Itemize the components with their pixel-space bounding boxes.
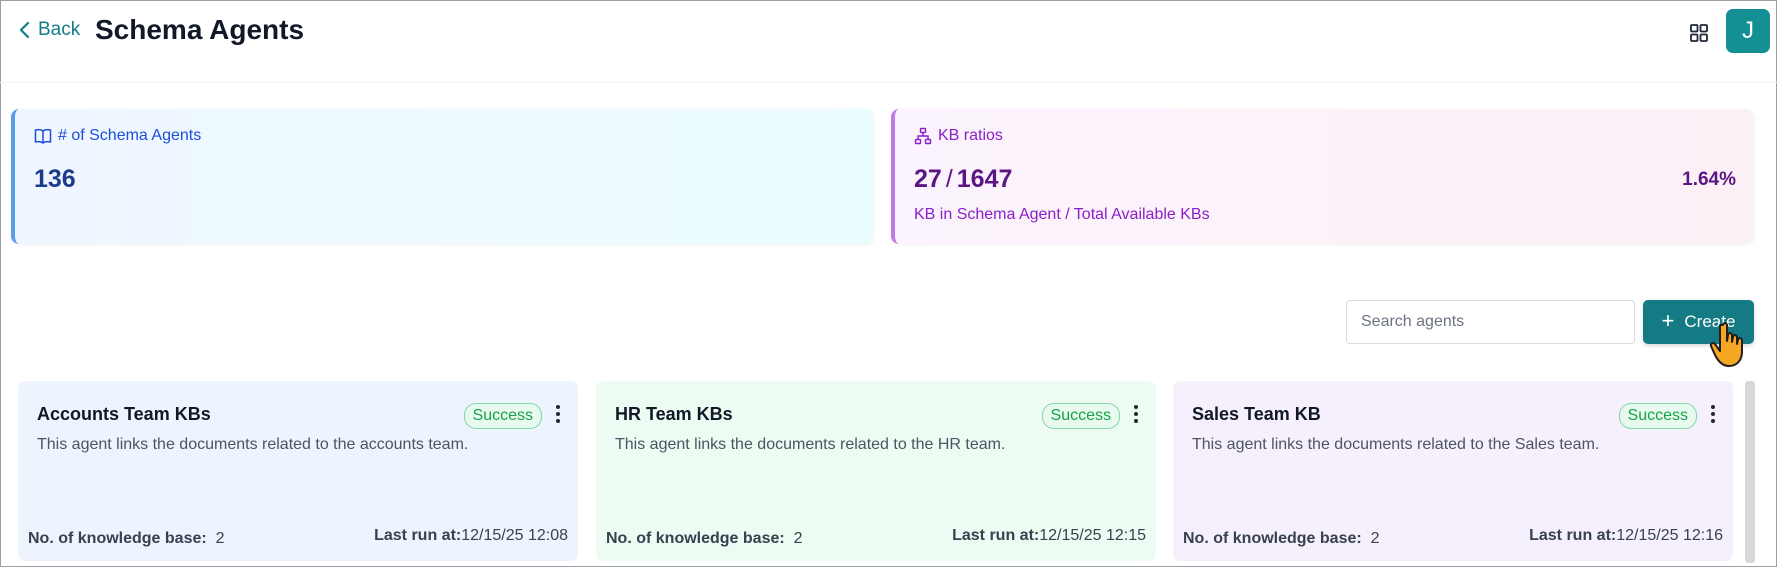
kebab-icon[interactable] — [1133, 405, 1139, 425]
last-run: Last run at:12/15/25 12:16 — [1529, 527, 1723, 544]
kebab-icon[interactable] — [555, 405, 561, 425]
kb-count: No. of knowledge base: 2 — [28, 530, 225, 547]
card-title: Sales Team KB — [1192, 404, 1321, 424]
card-title: Accounts Team KBs — [37, 404, 211, 424]
kb-numerator: 27 — [914, 165, 942, 193]
chevron-left-icon — [19, 21, 30, 39]
stat-card-schema-agents: # of Schema Agents 136 — [11, 109, 874, 244]
card-description: This agent links the documents related t… — [615, 436, 1006, 453]
agents-count: 136 — [34, 165, 76, 193]
stat-label-agents: # of Schema Agents — [34, 127, 201, 145]
avatar[interactable]: J — [1726, 9, 1770, 53]
kb-denominator: 1647 — [956, 165, 1013, 193]
agent-card[interactable]: Sales Team KB Success This agent links t… — [1173, 381, 1733, 561]
status-badge: Success — [463, 403, 542, 429]
agent-card[interactable]: HR Team KBs Success This agent links the… — [596, 381, 1156, 561]
book-open-icon — [34, 128, 52, 144]
kb-percent: 1.64% — [1682, 169, 1736, 190]
search-input[interactable] — [1346, 300, 1635, 344]
card-description: This agent links the documents related t… — [1192, 436, 1600, 453]
status-badge: Success — [1041, 403, 1120, 429]
hierarchy-icon — [914, 127, 932, 145]
stat-label-kb: KB ratios — [914, 127, 1003, 145]
card-description: This agent links the documents related t… — [37, 436, 469, 453]
agent-card[interactable]: Accounts Team KBs Success This agent lin… — [18, 381, 578, 561]
grid-icon[interactable] — [1688, 22, 1710, 44]
last-run: Last run at:12/15/25 12:08 — [374, 527, 568, 544]
back-button[interactable]: Back — [18, 19, 80, 41]
back-label: Back — [38, 19, 81, 40]
scrollbar[interactable] — [1745, 381, 1755, 563]
hand-pointer-icon — [1709, 322, 1743, 367]
kebab-icon[interactable] — [1710, 405, 1716, 425]
page-title: Schema Agents — [95, 14, 305, 45]
plus-icon: + — [1661, 308, 1675, 333]
last-run: Last run at:12/15/25 12:15 — [952, 527, 1146, 544]
kb-ratio: 27/1647 — [914, 165, 1012, 194]
kb-count: No. of knowledge base: 2 — [606, 530, 803, 547]
card-title: HR Team KBs — [615, 404, 733, 424]
kb-separator: / — [945, 165, 953, 193]
stat-card-kb-ratios: KB ratios 27/1647 1.64% KB in Schema Age… — [891, 109, 1754, 244]
status-badge: Success — [1618, 403, 1697, 429]
kb-count: No. of knowledge base: 2 — [1183, 530, 1380, 547]
header: Back Schema Agents J — [0, 0, 1779, 83]
kb-sub-label: KB in Schema Agent / Total Available KBs — [914, 206, 1210, 223]
